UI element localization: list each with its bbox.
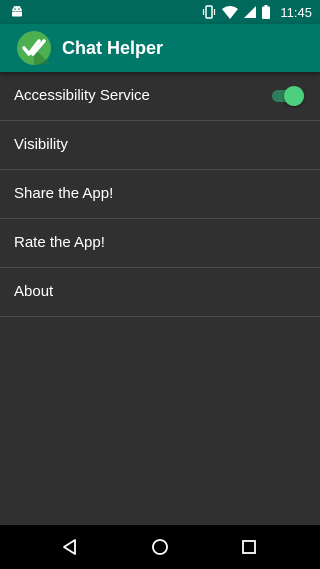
settings-item-share[interactable]: Share the App! — [0, 170, 320, 219]
status-bar: 11:45 — [0, 0, 320, 24]
settings-list: Accessibility Service Visibility Share t… — [0, 72, 320, 317]
app-title: Chat Helper — [62, 38, 164, 58]
toggle-thumb — [284, 86, 304, 106]
recents-icon[interactable] — [239, 537, 259, 557]
accessibility-service-toggle[interactable] — [272, 86, 304, 106]
screen: 11:45 Chat Helper Accessibility Service … — [0, 0, 320, 569]
settings-item-visibility[interactable]: Visibility — [0, 121, 320, 170]
settings-item-label: About — [14, 283, 54, 300]
signal-icon — [244, 6, 257, 18]
clock: 11:45 — [280, 4, 312, 20]
battery-icon — [262, 5, 271, 19]
wifi-icon — [222, 6, 239, 19]
settings-item-accessibility-service[interactable]: Accessibility Service — [0, 72, 320, 121]
back-icon[interactable] — [60, 537, 80, 557]
settings-item-about[interactable]: About — [0, 268, 320, 317]
settings-item-label: Share the App! — [14, 185, 114, 202]
status-icons: 11:45 — [202, 0, 312, 24]
android-icon — [12, 5, 22, 17]
app-bar: Chat Helper — [0, 24, 320, 72]
settings-item-label: Rate the App! — [14, 234, 105, 251]
settings-item-label: Accessibility Service — [14, 87, 150, 104]
settings-item-rate[interactable]: Rate the App! — [0, 219, 320, 268]
double-check-icon — [17, 31, 51, 65]
home-icon[interactable] — [150, 537, 170, 557]
settings-item-label: Visibility — [14, 136, 68, 153]
navigation-bar — [0, 525, 320, 569]
vibrate-icon — [203, 5, 216, 19]
